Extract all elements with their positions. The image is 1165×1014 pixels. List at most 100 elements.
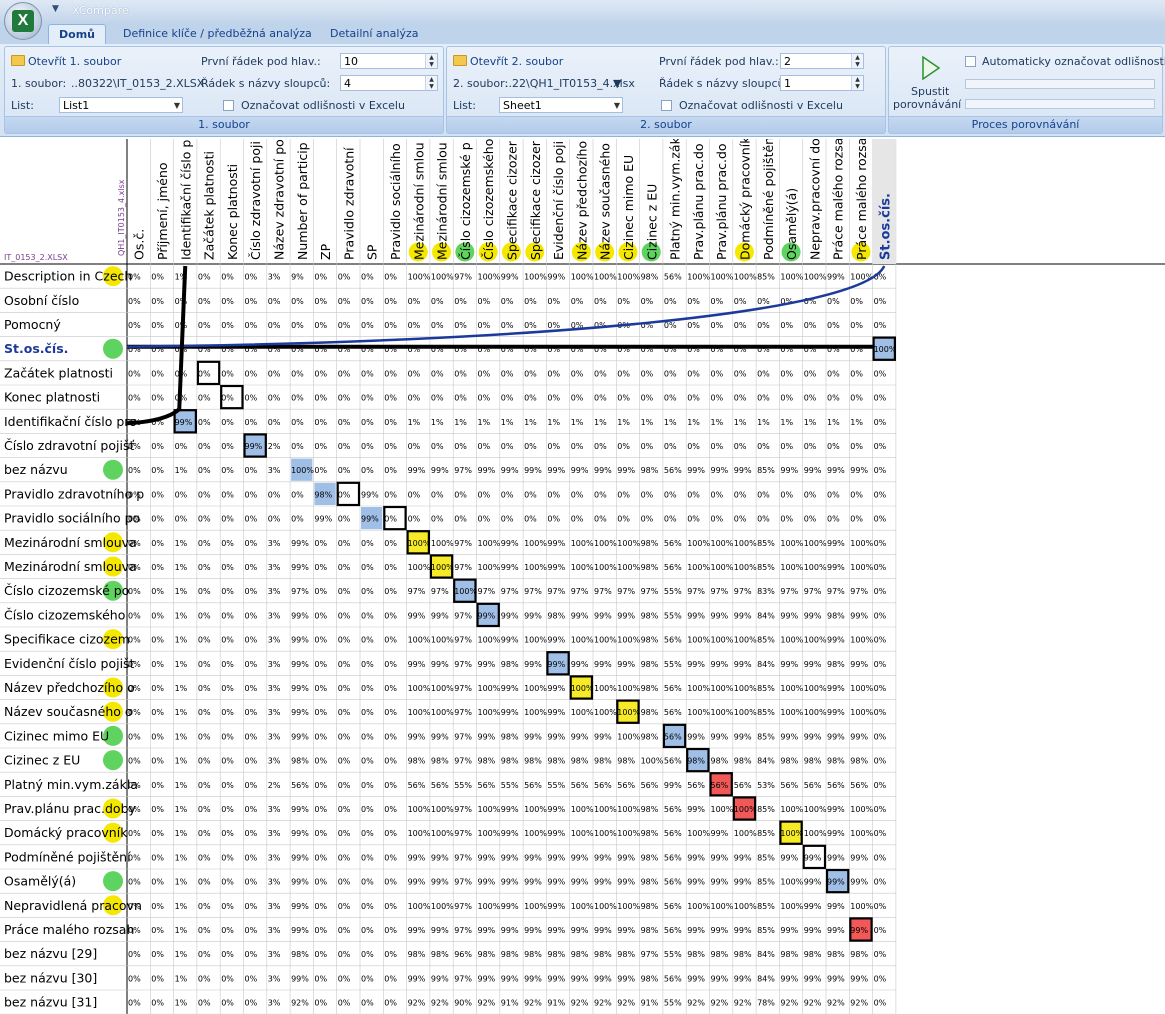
match-cell[interactable]: 0% xyxy=(874,611,887,620)
match-cell[interactable]: 100% xyxy=(804,636,827,645)
match-cell[interactable]: 99% xyxy=(827,902,845,911)
match-cell[interactable]: 0% xyxy=(384,781,397,790)
match-cell[interactable]: 100% xyxy=(408,273,431,282)
match-cell[interactable]: 0% xyxy=(850,369,863,378)
match-cell[interactable]: 99% xyxy=(501,708,519,717)
match-cell[interactable]: 99% xyxy=(827,829,845,838)
match-cell[interactable]: 56% xyxy=(594,781,612,790)
match-cell[interactable]: 99% xyxy=(361,515,379,524)
match-cell[interactable]: 0% xyxy=(384,490,397,499)
match-cell[interactable]: 100% xyxy=(804,684,827,693)
match-cell[interactable]: 3% xyxy=(268,999,281,1008)
match-cell[interactable]: 99% xyxy=(408,974,426,983)
match-cell[interactable]: 0% xyxy=(780,369,793,378)
match-cell[interactable]: 0% xyxy=(384,442,397,451)
match-cell[interactable]: 0% xyxy=(874,974,887,983)
match-cell[interactable]: 97% xyxy=(734,587,752,596)
match-cell[interactable]: 85% xyxy=(757,636,775,645)
match-cell[interactable]: 99% xyxy=(827,974,845,983)
match-cell[interactable]: 56% xyxy=(664,902,682,911)
match-cell[interactable]: 100% xyxy=(478,563,501,572)
match-cell[interactable]: 1% xyxy=(175,660,188,669)
match-cell[interactable]: 1% xyxy=(478,418,491,427)
match-cell[interactable]: 99% xyxy=(501,902,519,911)
match-cell[interactable]: 0% xyxy=(874,418,887,427)
row-label[interactable]: bez názvu [30] xyxy=(4,970,97,985)
match-cell[interactable]: 99% xyxy=(291,660,309,669)
match-cell[interactable]: 100% xyxy=(524,684,547,693)
match-cell[interactable]: 1% xyxy=(175,708,188,717)
match-cell[interactable]: 99% xyxy=(431,878,449,887)
match-cell[interactable]: 0% xyxy=(827,394,840,403)
match-cell[interactable]: 92% xyxy=(431,999,449,1008)
match-cell[interactable]: 99% xyxy=(547,636,565,645)
match-cell[interactable]: 0% xyxy=(594,394,607,403)
match-cell[interactable]: 0% xyxy=(175,515,188,524)
match-cell[interactable]: 0% xyxy=(804,490,817,499)
match-cell[interactable]: 0% xyxy=(384,321,397,330)
match-cell[interactable]: 0% xyxy=(687,321,700,330)
match-cell[interactable]: 99% xyxy=(850,611,868,620)
match-cell[interactable]: 0% xyxy=(221,273,234,282)
match-cell[interactable]: 99% xyxy=(571,660,589,669)
match-cell[interactable]: 83% xyxy=(757,587,775,596)
match-cell[interactable]: 56% xyxy=(617,781,635,790)
match-cell[interactable]: 0% xyxy=(734,394,747,403)
match-cell[interactable]: 0% xyxy=(128,394,141,403)
match-cell[interactable]: 84% xyxy=(757,757,775,766)
match-cell[interactable]: 1% xyxy=(571,418,584,427)
match-cell[interactable]: 0% xyxy=(221,369,234,378)
match-cell[interactable]: 99% xyxy=(547,563,565,572)
match-cell[interactable]: 0% xyxy=(361,636,374,645)
match-cell[interactable]: 0% xyxy=(827,442,840,451)
match-cell[interactable]: 0% xyxy=(338,660,351,669)
match-cell[interactable]: 99% xyxy=(571,732,589,741)
match-cell[interactable]: 0% xyxy=(594,490,607,499)
match-cell[interactable]: 99% xyxy=(478,926,496,935)
match-cell[interactable]: 98% xyxy=(641,732,659,741)
match-cell[interactable]: 100% xyxy=(431,829,454,838)
match-cell[interactable]: 0% xyxy=(338,273,351,282)
match-cell[interactable]: 0% xyxy=(128,563,141,572)
match-cell[interactable]: 0% xyxy=(711,442,724,451)
match-cell[interactable]: 100% xyxy=(594,684,617,693)
match-cell[interactable]: 0% xyxy=(338,611,351,620)
match-cell[interactable]: 0% xyxy=(384,757,397,766)
match-cell[interactable]: 0% xyxy=(221,321,234,330)
match-cell[interactable]: 100% xyxy=(571,273,594,282)
match-cell[interactable]: 100% xyxy=(780,708,803,717)
match-cell[interactable]: 99% xyxy=(245,442,263,451)
match-cell[interactable]: 0% xyxy=(245,757,258,766)
match-cell[interactable]: 98% xyxy=(641,466,659,475)
match-cell[interactable]: 0% xyxy=(827,297,840,306)
match-cell[interactable]: 56% xyxy=(664,636,682,645)
match-cell[interactable]: 0% xyxy=(268,369,281,378)
match-cell[interactable]: 100% xyxy=(804,708,827,717)
match-cell[interactable]: 98% xyxy=(314,490,332,499)
match-cell[interactable]: 92% xyxy=(524,999,542,1008)
match-cell[interactable]: 56% xyxy=(431,781,449,790)
row-label[interactable]: Description in Czech xyxy=(4,269,132,284)
match-cell[interactable]: 0% xyxy=(245,902,258,911)
match-cell[interactable]: 0% xyxy=(780,394,793,403)
match-cell[interactable]: 0% xyxy=(175,442,188,451)
match-cell[interactable]: 0% xyxy=(151,829,164,838)
match-cell[interactable]: 0% xyxy=(338,636,351,645)
column-header[interactable]: Práce malého rozsa xyxy=(854,139,869,260)
match-cell[interactable]: 0% xyxy=(245,394,258,403)
match-cell[interactable]: 100% xyxy=(850,902,873,911)
match-cell[interactable]: 0% xyxy=(314,611,327,620)
match-cell[interactable]: 0% xyxy=(874,297,887,306)
match-cell[interactable]: 99% xyxy=(291,636,309,645)
match-cell[interactable]: 100% xyxy=(687,563,710,572)
match-cell[interactable]: 0% xyxy=(291,515,304,524)
match-cell[interactable]: 99% xyxy=(571,611,589,620)
match-cell[interactable]: 1% xyxy=(175,732,188,741)
match-cell[interactable]: 0% xyxy=(431,369,444,378)
match-cell[interactable]: 0% xyxy=(151,636,164,645)
match-cell[interactable]: 0% xyxy=(874,999,887,1008)
match-cell[interactable]: 0% xyxy=(874,563,887,572)
match-cell[interactable]: 98% xyxy=(641,539,659,548)
match-cell[interactable]: 99% xyxy=(850,466,868,475)
match-cell[interactable]: 0% xyxy=(175,490,188,499)
